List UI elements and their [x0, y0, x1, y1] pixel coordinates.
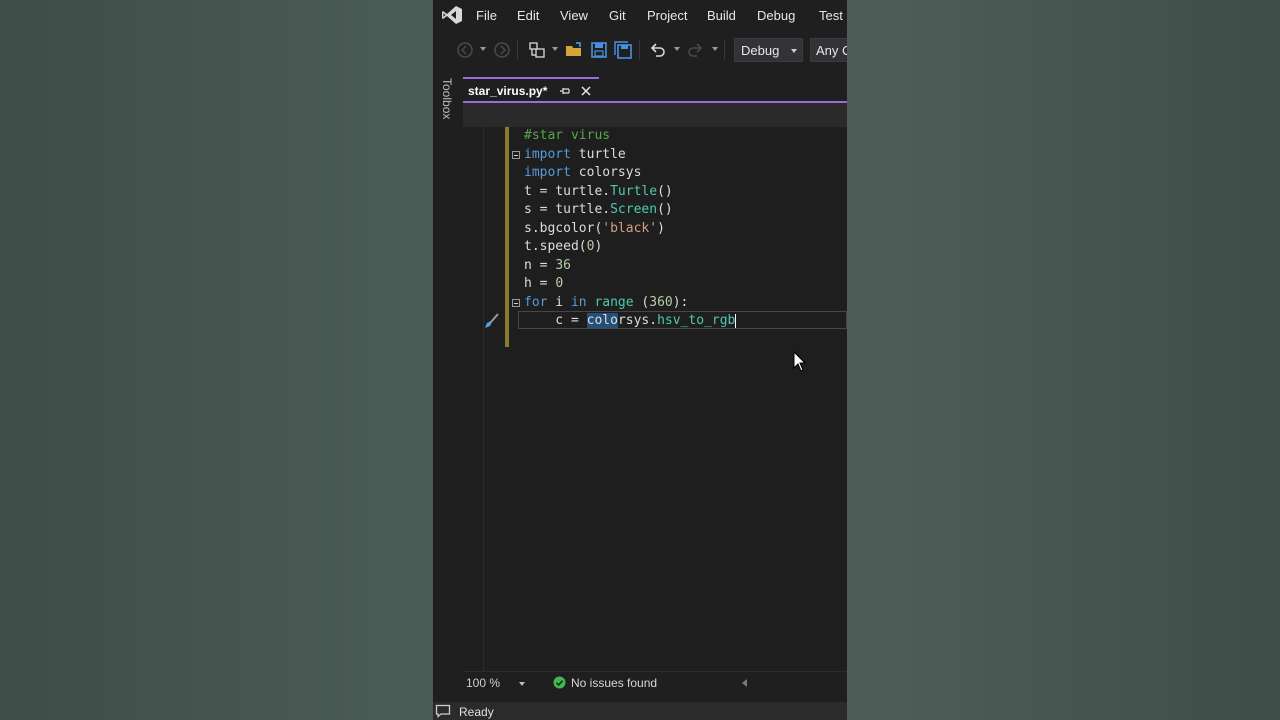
code-editor[interactable]: #star virus import turtle import colorsy…: [463, 127, 847, 671]
solution-platform-value: Any C: [816, 43, 847, 58]
menu-view[interactable]: View: [560, 8, 588, 23]
menu-project[interactable]: Project: [647, 8, 687, 23]
tab-title: star_virus.py*: [468, 84, 548, 98]
solution-platform-select[interactable]: Any C: [810, 38, 847, 62]
code-line-2: import turtle: [512, 146, 847, 165]
brush-icon[interactable]: [483, 312, 501, 330]
save-icon[interactable]: [589, 40, 609, 60]
scroll-left-arrow[interactable]: [742, 679, 747, 687]
back-icon[interactable]: [455, 40, 475, 60]
toolbar-separator: [724, 40, 725, 60]
chevron-down-icon: [791, 49, 797, 53]
editor-status-row: 100 % No issues found: [463, 671, 847, 694]
status-ready: Ready: [459, 705, 494, 719]
toolbox-label: Toolbox: [440, 78, 454, 120]
toolbar: Debug Any C: [433, 34, 847, 66]
code-area[interactable]: #star virus import turtle import colorsy…: [512, 127, 847, 331]
solution-configuration-value: Debug: [741, 43, 780, 58]
toolbox-panel-tab[interactable]: Toolbox: [433, 76, 463, 676]
menu-bar: File Edit View Git Project Build Debug T…: [433, 0, 847, 32]
glyph-margin: [463, 127, 484, 671]
back-dropdown-caret[interactable]: [480, 47, 486, 51]
menu-build[interactable]: Build: [707, 8, 736, 23]
toolbar-separator: [517, 40, 518, 60]
redo-icon[interactable]: [686, 40, 706, 60]
code-line-9: h = 0: [524, 276, 564, 291]
new-item-dropdown-caret[interactable]: [552, 47, 558, 51]
collapse-icon[interactable]: [512, 298, 520, 307]
comment-icon[interactable]: [435, 704, 451, 718]
menu-edit[interactable]: Edit: [517, 8, 539, 23]
menu-file[interactable]: File: [476, 8, 497, 23]
forward-icon[interactable]: [492, 40, 512, 60]
close-icon[interactable]: [580, 85, 592, 97]
code-line-7: t.speed(0): [524, 239, 603, 254]
menu-git[interactable]: Git: [609, 8, 626, 23]
chevron-down-icon[interactable]: [519, 682, 525, 686]
mouse-cursor-icon: [793, 351, 807, 372]
toolbar-separator: [639, 40, 640, 60]
check-circle-icon: [553, 676, 566, 689]
undo-dropdown-caret[interactable]: [674, 47, 680, 51]
code-line-11: c = colorsys.hsv_to_rgb: [524, 313, 737, 328]
code-line-5: s = turtle.Screen(): [524, 202, 673, 217]
code-line-1: #star virus: [524, 128, 611, 143]
navigation-bar: [463, 103, 847, 127]
unsaved-changes-bar: [505, 127, 509, 347]
code-line-10: for i in range (360):: [512, 294, 847, 313]
open-folder-icon[interactable]: [564, 40, 584, 60]
code-line-6: s.bgcolor('black'): [524, 220, 665, 236]
text-caret: [735, 313, 737, 328]
solution-configuration-select[interactable]: Debug: [734, 38, 803, 62]
code-line-3: import colorsys: [524, 165, 642, 180]
visual-studio-window: File Edit View Git Project Build Debug T…: [433, 0, 847, 720]
solution-explorer-icon[interactable]: [527, 40, 547, 60]
status-bar: Ready: [433, 702, 847, 720]
code-line-4: t = turtle.Turtle(): [524, 183, 673, 199]
tab-star-virus[interactable]: star_virus.py*: [463, 77, 599, 102]
collapse-icon[interactable]: [512, 150, 520, 159]
visual-studio-logo[interactable]: [441, 5, 463, 25]
pin-icon[interactable]: [559, 85, 571, 97]
redo-dropdown-caret[interactable]: [712, 47, 718, 51]
save-all-icon[interactable]: [613, 40, 633, 60]
code-line-8: n = 36: [524, 257, 571, 273]
menu-test[interactable]: Test: [819, 8, 843, 23]
zoom-level[interactable]: 100 %: [466, 676, 500, 690]
issues-status[interactable]: No issues found: [571, 676, 657, 690]
document-tab-strip: star_virus.py*: [463, 77, 847, 103]
menu-debug[interactable]: Debug: [757, 8, 795, 23]
undo-icon[interactable]: [647, 40, 667, 60]
